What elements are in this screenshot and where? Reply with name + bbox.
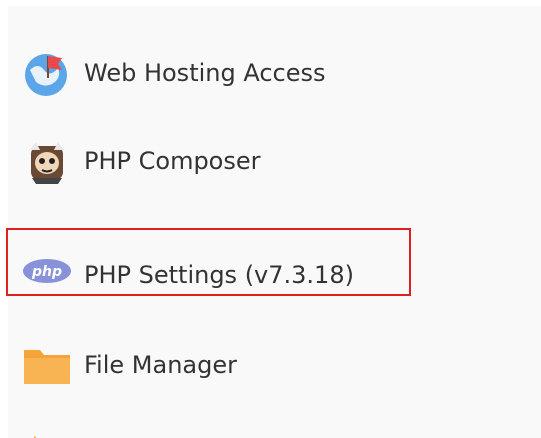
menu-item-file-manager[interactable]: File Manager <box>0 330 533 400</box>
partial-item-icon <box>30 432 66 438</box>
menu-item-php-settings[interactable]: php PHP Settings (v7.3.18) <box>0 238 533 308</box>
menu-item-php-composer[interactable]: PHP Composer <box>0 128 533 198</box>
composer-icon <box>22 136 72 186</box>
folder-icon <box>22 342 72 392</box>
menu-item-label: Web Hosting Access <box>84 59 326 87</box>
menu-item-label: File Manager <box>84 351 237 379</box>
menu-item-label: PHP Settings (v7.3.18) <box>84 261 354 289</box>
menu-item-label: PHP Composer <box>84 147 261 175</box>
svg-text:php: php <box>31 264 62 280</box>
php-icon: php <box>20 246 71 296</box>
menu-item-web-hosting-access[interactable]: Web Hosting Access <box>0 40 533 110</box>
menu-item-partial[interactable] <box>0 424 533 438</box>
globe-flag-icon <box>22 48 72 98</box>
